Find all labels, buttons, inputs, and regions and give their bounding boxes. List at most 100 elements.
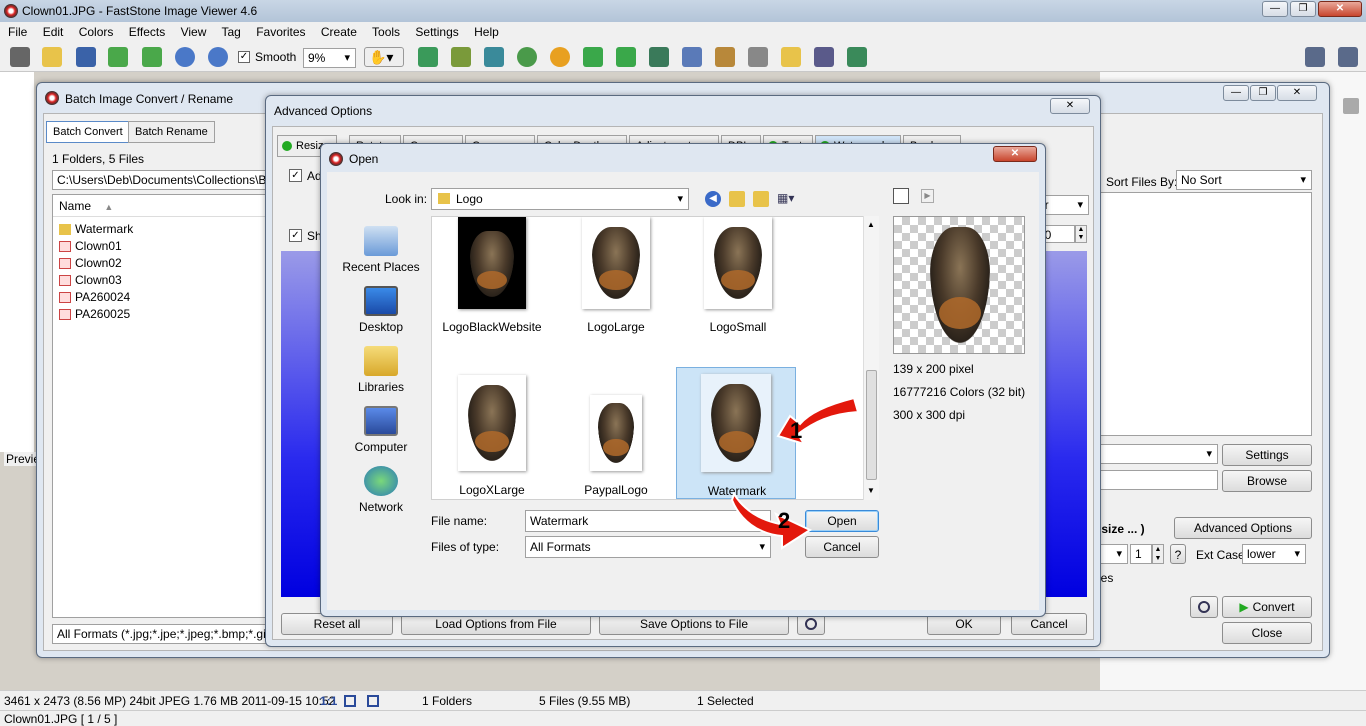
menu-effects[interactable]: Effects bbox=[129, 25, 165, 39]
camera-icon[interactable] bbox=[10, 47, 30, 67]
close-button[interactable]: ✕ bbox=[1318, 1, 1362, 17]
settings-button[interactable]: Settings bbox=[1222, 444, 1312, 466]
place-computer[interactable]: Computer bbox=[329, 406, 433, 454]
smooth-checkbox[interactable]: ✓ bbox=[238, 51, 250, 63]
file-view-scrollbar[interactable]: ▲ ▼ bbox=[863, 216, 879, 500]
wallpaper-icon[interactable] bbox=[748, 47, 768, 67]
preview-next-icon[interactable]: ▶ bbox=[921, 189, 934, 203]
maximize-button[interactable]: ❐ bbox=[1290, 1, 1316, 17]
compare-icon[interactable] bbox=[682, 47, 702, 67]
sun-icon[interactable] bbox=[550, 47, 570, 67]
fullscreen-icon[interactable] bbox=[367, 695, 379, 707]
path-field[interactable]: C:\Users\Deb\Documents\Collections\Ball … bbox=[52, 170, 270, 190]
crop-icon[interactable] bbox=[484, 47, 504, 67]
undo-icon[interactable] bbox=[583, 47, 603, 67]
scroll-up-arrow[interactable]: ▲ bbox=[867, 220, 875, 229]
browse-button[interactable]: Browse bbox=[1222, 470, 1312, 492]
list-item[interactable]: Clown02 bbox=[53, 255, 269, 272]
redo-icon[interactable] bbox=[616, 47, 636, 67]
format-combo[interactable] bbox=[1098, 444, 1218, 464]
file-count: 5 Files (9.55 MB) bbox=[539, 694, 631, 708]
ext-case-combo[interactable]: lower bbox=[1242, 544, 1306, 564]
place-libraries[interactable]: Libraries bbox=[329, 346, 433, 394]
place-network[interactable]: Network bbox=[329, 466, 433, 514]
back-icon[interactable]: ◀ bbox=[705, 191, 721, 207]
person-icon[interactable] bbox=[517, 47, 537, 67]
new-folder-icon[interactable] bbox=[753, 191, 769, 207]
list-item[interactable]: Clown03 bbox=[53, 272, 269, 289]
next-icon[interactable] bbox=[142, 47, 162, 67]
scroll-down-arrow[interactable]: ▼ bbox=[867, 486, 875, 495]
place-recent[interactable]: Recent Places bbox=[329, 226, 433, 274]
help-button[interactable]: ? bbox=[1170, 544, 1186, 564]
output-folder-field[interactable] bbox=[1098, 470, 1218, 490]
list-item[interactable]: Watermark bbox=[53, 221, 269, 238]
preview-button[interactable] bbox=[1190, 596, 1218, 618]
look-in-combo[interactable]: Logo bbox=[431, 188, 689, 210]
frame-icon[interactable] bbox=[715, 47, 735, 67]
thumbnail-logoblackwebsite[interactable]: LogoBlackWebsite bbox=[432, 217, 552, 337]
formats-field[interactable]: All Formats (*.jpg;*.jpe;*.jpeg;*.bmp;*.… bbox=[52, 624, 270, 644]
tab-batch-rename[interactable]: Batch Rename bbox=[128, 121, 215, 143]
list-item[interactable]: PA260024 bbox=[53, 289, 269, 306]
email-icon[interactable] bbox=[781, 47, 801, 67]
menu-tag[interactable]: Tag bbox=[221, 25, 240, 39]
convert-button[interactable]: ▶ Convert bbox=[1222, 596, 1312, 618]
tab-batch-convert[interactable]: Batch Convert bbox=[46, 121, 130, 143]
menu-tools[interactable]: Tools bbox=[372, 25, 400, 39]
slideshow-icon[interactable] bbox=[847, 47, 867, 67]
menu-view[interactable]: View bbox=[181, 25, 207, 39]
ratio-label[interactable]: 1:1 bbox=[320, 691, 337, 711]
show-checkbox[interactable]: ✓ bbox=[289, 229, 302, 242]
spin-arrows[interactable]: ▲ ▼ bbox=[1152, 544, 1164, 564]
flip-icon[interactable] bbox=[649, 47, 669, 67]
menu-edit[interactable]: Edit bbox=[43, 25, 64, 39]
status-bar: 3461 x 2473 (8.56 MP) 24bit JPEG 1.76 MB… bbox=[0, 690, 1366, 710]
menu-create[interactable]: Create bbox=[321, 25, 357, 39]
layout-icon[interactable] bbox=[1305, 47, 1325, 67]
list-item[interactable]: PA260025 bbox=[53, 306, 269, 323]
list-item[interactable]: Clown01 bbox=[53, 238, 269, 255]
menu-help[interactable]: Help bbox=[474, 25, 499, 39]
print-icon[interactable] bbox=[814, 47, 834, 67]
add-watermark-checkbox[interactable]: ✓ bbox=[289, 169, 302, 182]
preview-toggle-icon[interactable] bbox=[893, 188, 909, 204]
batch-close-button[interactable]: ✕ bbox=[1277, 85, 1317, 101]
previous-icon[interactable] bbox=[108, 47, 128, 67]
name-combo[interactable] bbox=[1098, 544, 1128, 564]
grid-icon[interactable] bbox=[1338, 47, 1358, 67]
batch-minimize-button[interactable]: — bbox=[1223, 85, 1249, 101]
advanced-options-button[interactable]: Advanced Options bbox=[1174, 517, 1312, 539]
minimize-button[interactable]: — bbox=[1262, 1, 1288, 17]
hand-tool-icon[interactable]: ✋▾ bbox=[364, 47, 404, 67]
open-folder-icon[interactable] bbox=[42, 47, 62, 67]
thumbnail-logosmall[interactable]: LogoSmall bbox=[678, 217, 798, 337]
menu-file[interactable]: File bbox=[8, 25, 27, 39]
menu-colors[interactable]: Colors bbox=[79, 25, 114, 39]
resize-icon[interactable] bbox=[451, 47, 471, 67]
sort-files-combo[interactable]: No Sort bbox=[1176, 170, 1312, 190]
advanced-close-button[interactable]: ✕ bbox=[1050, 98, 1090, 114]
trash-icon[interactable] bbox=[1343, 98, 1359, 114]
spin-field[interactable]: 1 bbox=[1130, 544, 1152, 564]
place-desktop[interactable]: Desktop bbox=[329, 286, 433, 334]
open-close-button[interactable]: ✕ bbox=[993, 146, 1037, 162]
batch-maximize-button[interactable]: ❐ bbox=[1250, 85, 1276, 101]
menu-settings[interactable]: Settings bbox=[415, 25, 458, 39]
up-folder-icon[interactable] bbox=[729, 191, 745, 207]
fit-icon[interactable] bbox=[344, 695, 356, 707]
thumbnail-logoxlarge[interactable]: LogoXLarge bbox=[432, 369, 552, 497]
name-column-header[interactable]: Name ▲ bbox=[53, 195, 269, 217]
thumbnail-paypallogo[interactable]: PaypalLogo bbox=[556, 369, 676, 497]
zoom-out-icon[interactable] bbox=[208, 47, 228, 67]
menu-favorites[interactable]: Favorites bbox=[256, 25, 305, 39]
rotate-left-icon[interactable] bbox=[418, 47, 438, 67]
thumbnail-logolarge[interactable]: LogoLarge bbox=[556, 217, 676, 337]
view-menu-icon[interactable]: ▦▾ bbox=[777, 191, 799, 207]
opacity-spin[interactable]: ▲ ▼ bbox=[1075, 225, 1087, 243]
save-icon[interactable] bbox=[76, 47, 96, 67]
scroll-thumb[interactable] bbox=[866, 370, 877, 480]
zoom-in-icon[interactable] bbox=[175, 47, 195, 67]
close-button[interactable]: Close bbox=[1222, 622, 1312, 644]
zoom-combo[interactable]: 9% bbox=[303, 48, 356, 68]
